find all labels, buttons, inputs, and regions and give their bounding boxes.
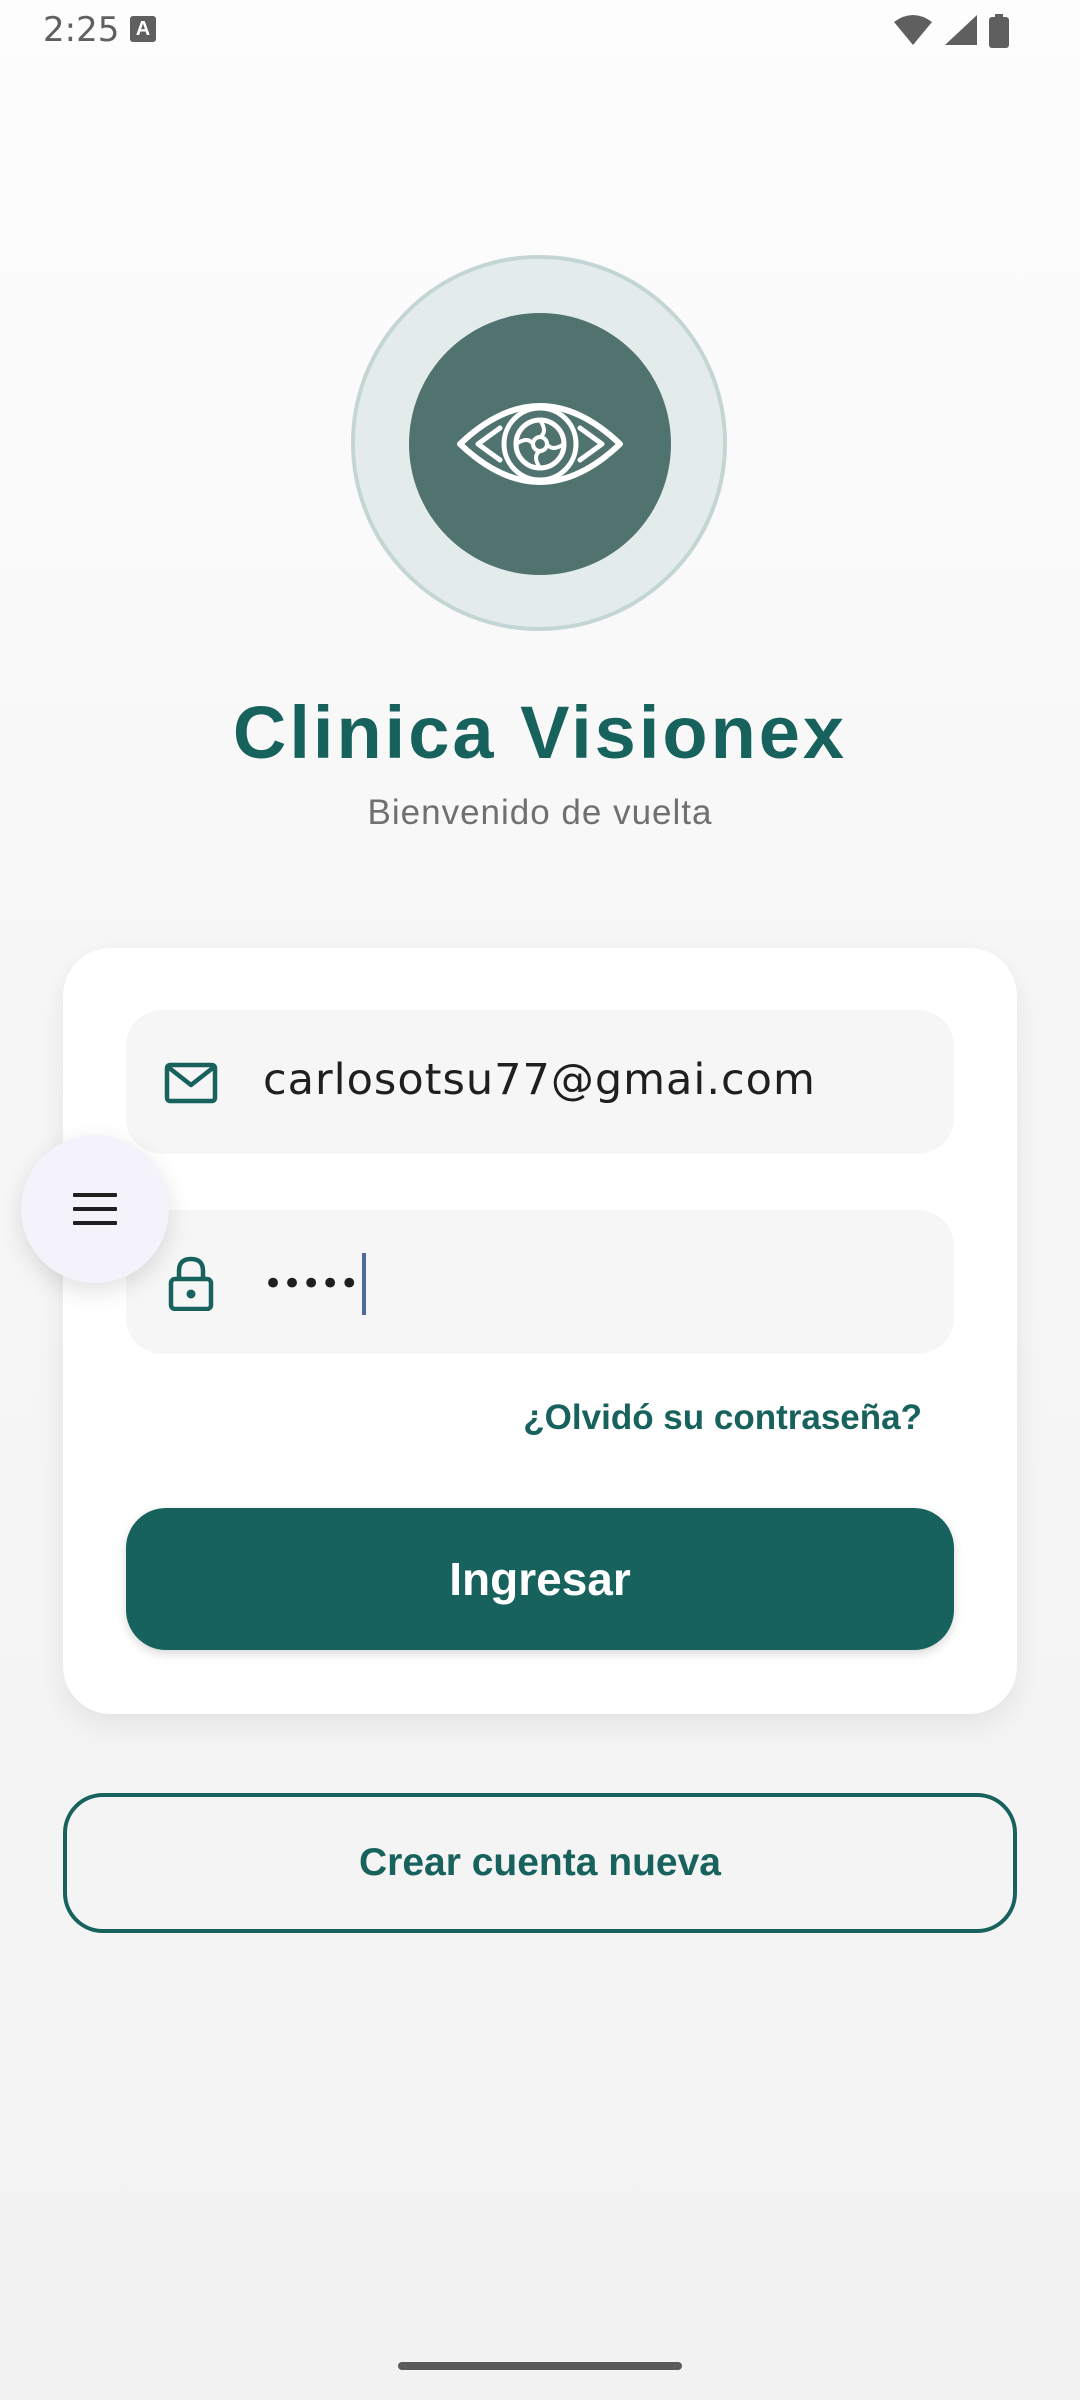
wifi-icon	[894, 15, 933, 45]
forgot-password-link[interactable]: ¿Olvidó su contraseña?	[523, 1398, 922, 1438]
battery-icon	[989, 14, 1009, 48]
signal-icon	[944, 15, 977, 45]
logo-circle	[409, 313, 671, 575]
status-bar: 2:25 A	[0, 0, 1080, 60]
welcome-subtitle: Bienvenido de vuelta	[367, 793, 713, 832]
email-input[interactable]: carlosotsu77@gmai.com	[263, 1055, 816, 1105]
text-cursor	[362, 1253, 367, 1315]
status-time: 2:25	[43, 10, 120, 50]
password-field[interactable]: •••••	[126, 1210, 954, 1354]
password-input[interactable]: •••••	[263, 1252, 367, 1316]
password-value: •••••	[263, 1264, 359, 1304]
home-indicator[interactable]	[398, 2362, 682, 2370]
lock-icon	[168, 1256, 214, 1311]
status-icons	[887, 14, 1010, 48]
create-account-button[interactable]: Crear cuenta nueva	[63, 1793, 1017, 1933]
keyboard-a-icon: A	[130, 16, 156, 42]
login-button[interactable]: Ingresar	[126, 1508, 954, 1650]
mail-icon	[164, 1062, 218, 1104]
login-card: carlosotsu77@gmai.com ••••• ¿Olvidó su c…	[63, 948, 1017, 1714]
app-title: Clinica Visionex	[232, 691, 848, 774]
menu-icon	[73, 1193, 117, 1225]
eye-icon	[457, 403, 623, 485]
floating-menu-button[interactable]	[21, 1135, 169, 1283]
email-field[interactable]: carlosotsu77@gmai.com	[126, 1010, 954, 1154]
